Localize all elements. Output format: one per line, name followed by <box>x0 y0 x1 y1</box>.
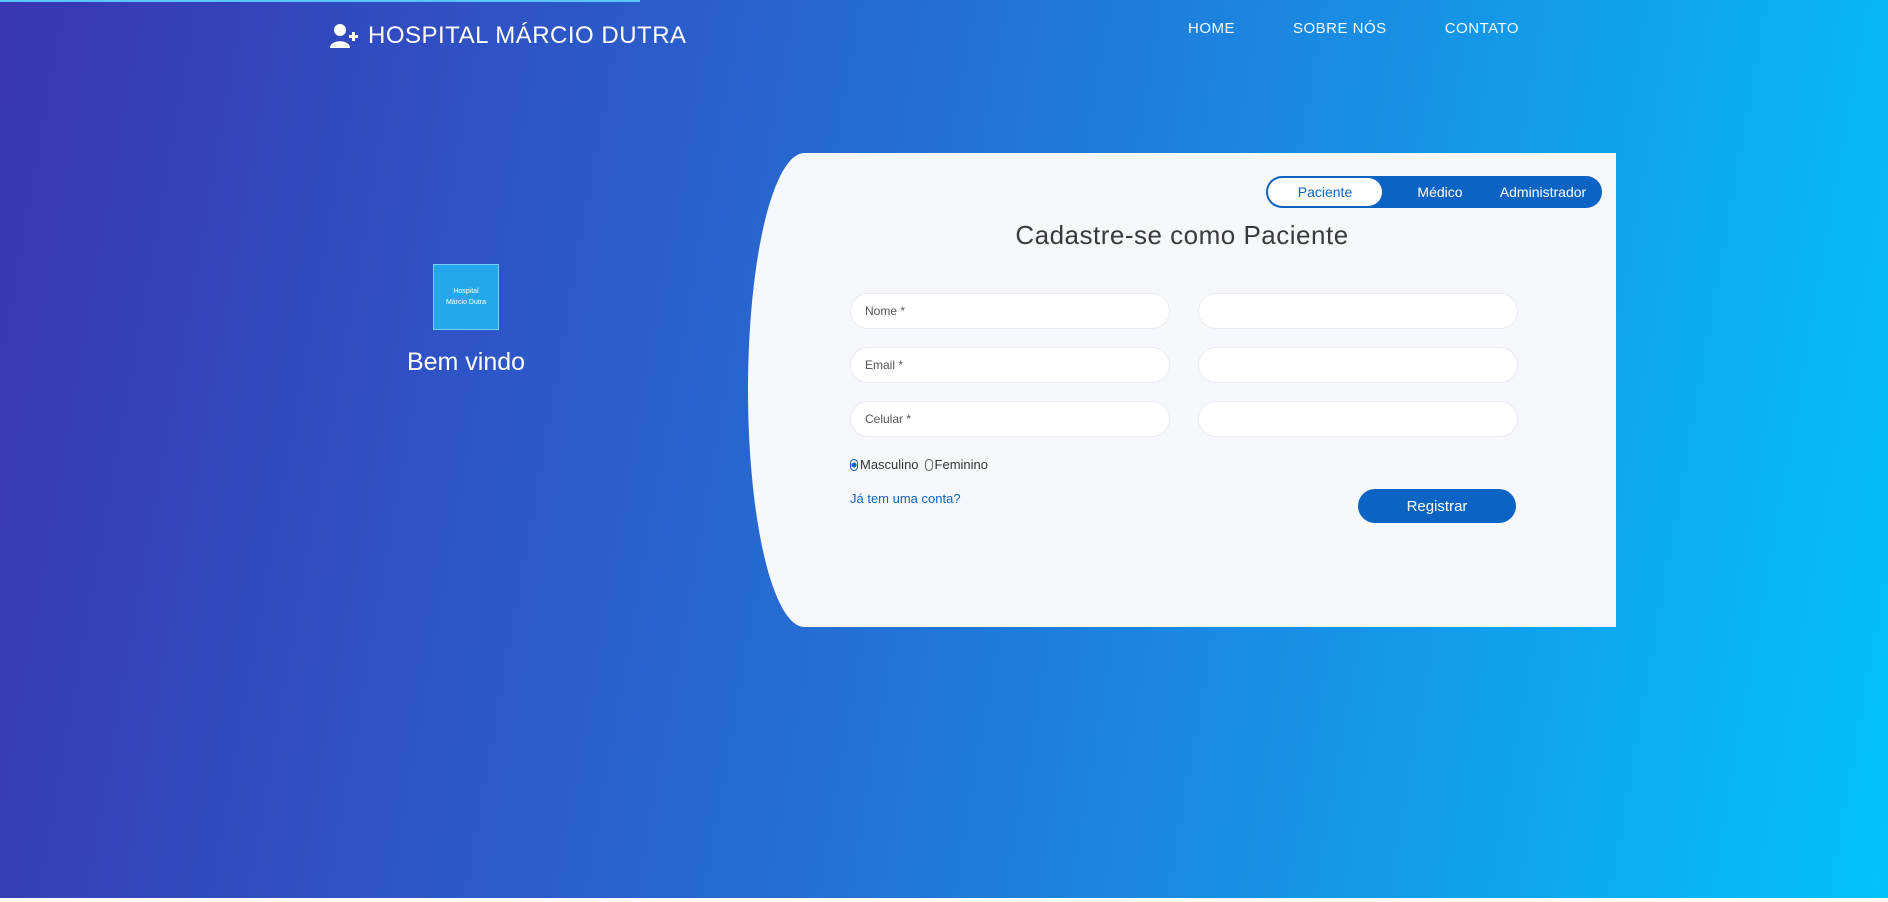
top-nav: HOME SOBRE NÓS CONTATO <box>1188 20 1519 37</box>
registration-card: Paciente Médico Administrador Cadastre-s… <box>748 153 1616 627</box>
welcome-heading: Bem vindo <box>406 348 526 376</box>
top-accent-line <box>0 0 640 2</box>
tab-paciente[interactable]: Paciente <box>1268 178 1382 206</box>
right-input-2[interactable] <box>1198 347 1518 383</box>
logo-line-1: Hospital <box>453 288 479 295</box>
brand[interactable]: HOSPITAL MÁRCIO DUTRA <box>330 20 687 52</box>
tab-administrador[interactable]: Administrador <box>1490 178 1596 206</box>
gender-options: Masculino Feminino <box>850 457 988 472</box>
page-background: HOSPITAL MÁRCIO DUTRA HOME SOBRE NÓS CON… <box>0 0 1888 898</box>
login-link[interactable]: Já tem uma conta? <box>850 491 961 506</box>
radio-masculino[interactable] <box>850 458 858 471</box>
form-title: Cadastre-se como Paciente <box>1015 220 1349 250</box>
logo-line-2: Márcio Dutra <box>445 299 487 306</box>
brand-name: HOSPITAL MÁRCIO DUTRA <box>368 22 687 49</box>
radio-feminino[interactable] <box>924 458 933 471</box>
nav-contact[interactable]: CONTATO <box>1445 20 1519 37</box>
role-tabs: Paciente Médico Administrador <box>1266 176 1602 208</box>
welcome-panel: Hospital Márcio Dutra Bem vindo <box>380 264 552 377</box>
nav-about[interactable]: SOBRE NÓS <box>1293 20 1387 37</box>
hospital-logo: Hospital Márcio Dutra <box>433 264 499 330</box>
register-button[interactable]: Registrar <box>1358 489 1516 523</box>
phone-input[interactable] <box>850 401 1170 437</box>
label-masculino: Masculino <box>860 457 919 472</box>
nav-home[interactable]: HOME <box>1188 20 1235 37</box>
label-feminino: Feminino <box>934 457 988 472</box>
right-input-1[interactable] <box>1198 293 1518 329</box>
name-input[interactable] <box>850 293 1170 329</box>
right-input-3[interactable] <box>1198 401 1518 437</box>
email-input[interactable] <box>850 347 1170 383</box>
tab-medico[interactable]: Médico <box>1390 178 1490 206</box>
user-plus-icon <box>330 23 358 49</box>
